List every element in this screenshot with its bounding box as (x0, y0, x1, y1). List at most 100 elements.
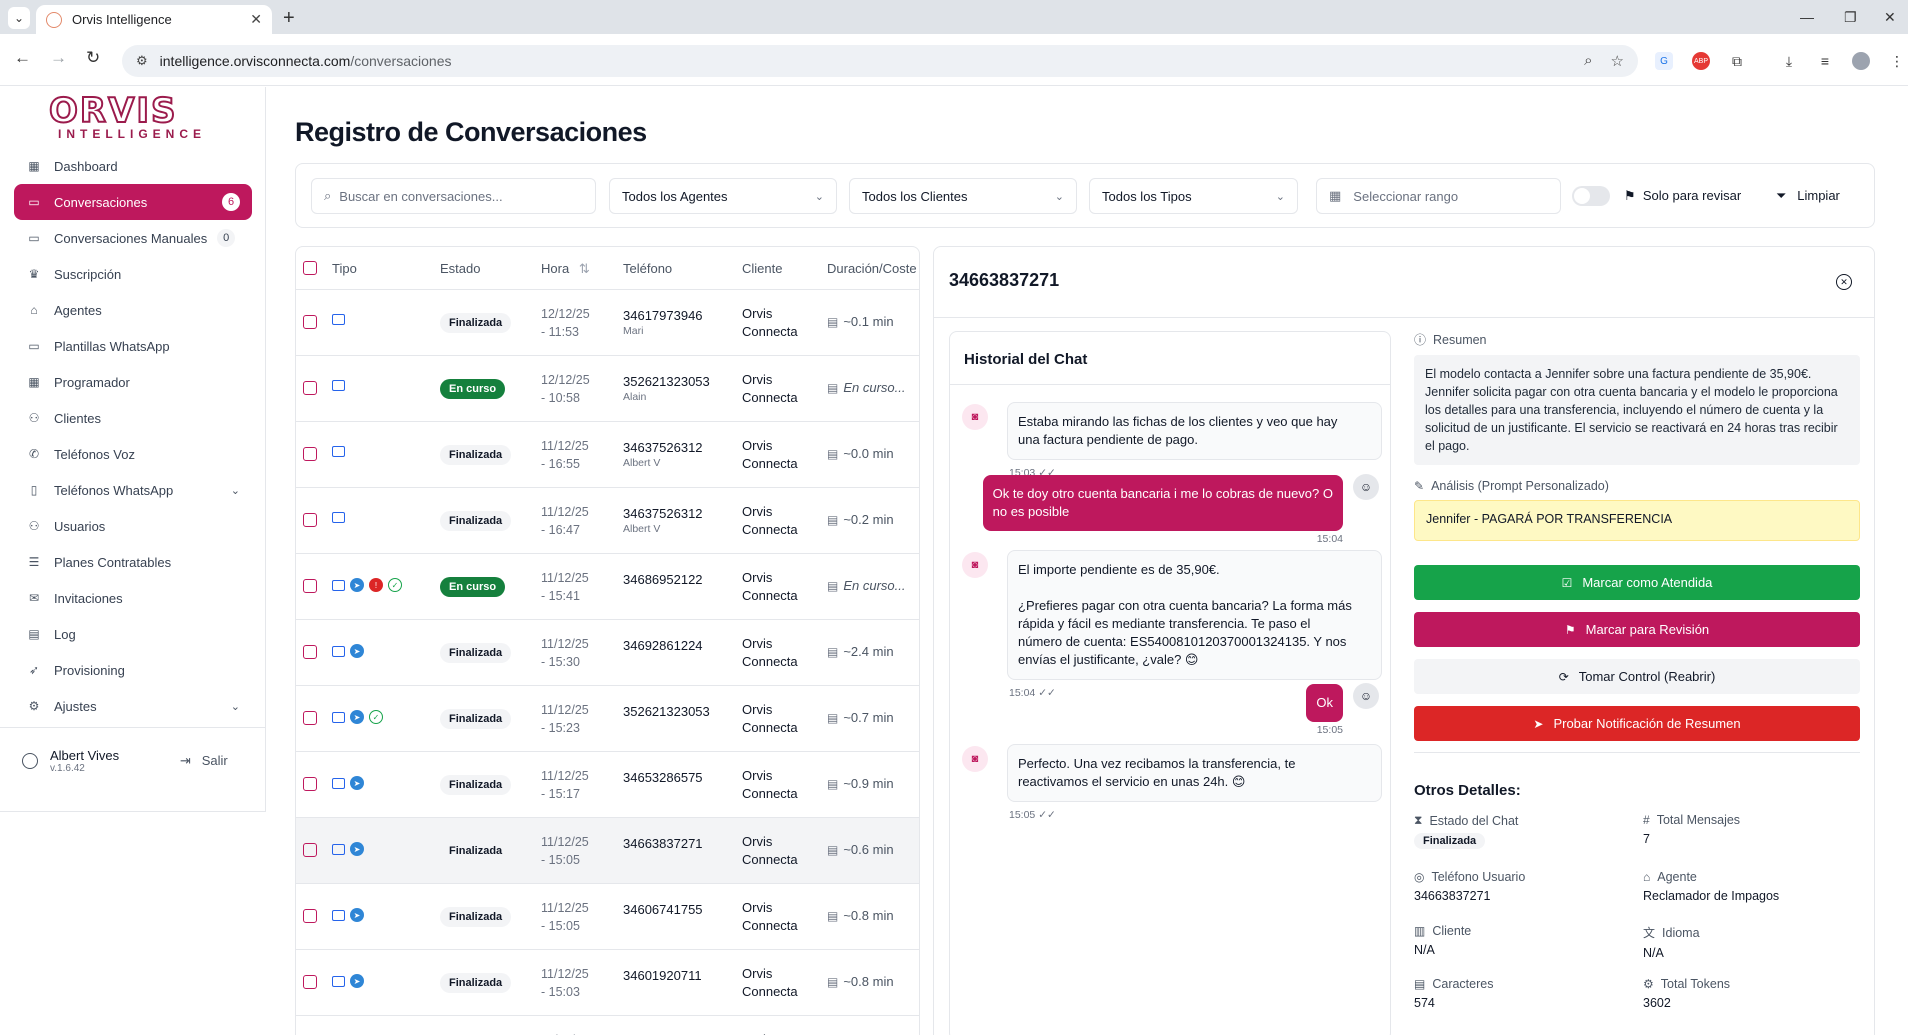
status-badge: Finalizada (440, 907, 512, 927)
sidebar-item-ajustes[interactable]: ⚙ Ajustes ⌄ (14, 688, 252, 724)
sidebar-item-teléfonos-whatsapp[interactable]: ▯ Teléfonos WhatsApp ⌄ (14, 472, 252, 508)
table-row[interactable]: ➤ Finalizada 11/12/25 - 15:30 34692861224 Orv… (296, 620, 919, 686)
sidebar-item-usuarios[interactable]: ⚇ Usuarios (14, 508, 252, 544)
media-control-icon[interactable]: ≡ (1816, 52, 1834, 70)
table-row[interactable]: ➤! ✓ En curso 11/12/25 - 15:41 34686952122 Orv… (296, 554, 919, 620)
row-client-line1: Orvis (742, 636, 773, 651)
back-icon[interactable]: ← (14, 48, 31, 68)
clear-filters-button[interactable]: ⏷ Limpiar (1776, 188, 1840, 204)
table-row[interactable]: En curso 12/12/25 - 10:58 352621323053 Alain… (296, 356, 919, 422)
table-row[interactable]: Finalizada 11/12/25 - 16:55 34637526312 Albe… (296, 422, 919, 488)
zoom-icon[interactable]: ⌕ (1584, 52, 1592, 70)
sidebar-item-provisioning[interactable]: ➶ Provisioning (14, 652, 252, 688)
chat-type-icon (332, 909, 345, 921)
logout-button[interactable]: ⇥ Salir (180, 753, 228, 769)
chevron-down-icon[interactable]: ⌄ (231, 484, 240, 497)
reload-icon[interactable]: ↻ (86, 48, 100, 68)
row-checkbox[interactable] (303, 447, 317, 461)
row-checkbox[interactable] (303, 381, 317, 395)
download-icon[interactable]: ⤓ (1780, 52, 1798, 70)
table-row[interactable]: ➤ Finalizada 11/12/25 - 15:17 34653286575 Orv… (296, 752, 919, 818)
row-duration: ▤ En curso... (827, 578, 905, 593)
new-tab-icon[interactable]: + (283, 7, 295, 30)
chars-value: 574 (1414, 996, 1435, 1010)
extensions-puzzle-icon[interactable]: ⧉ (1728, 52, 1746, 70)
agents-select[interactable]: Todos los Agentes ⌄ (609, 178, 837, 214)
take-control-button[interactable]: ⟳ Tomar Control (Reabrir) (1414, 659, 1860, 694)
chat-type-icon (332, 711, 345, 723)
bot-icon: ⌂ (1643, 870, 1651, 884)
browser-tab[interactable]: Orvis Intelligence ✕ (36, 5, 272, 34)
sidebar-item-label: Ajustes (54, 698, 97, 714)
extension-adblock-icon[interactable]: ABP (1692, 52, 1710, 70)
row-checkbox[interactable] (303, 315, 317, 329)
sidebar: ORVIS INTELLIGENCE ▦ Dashboard ▭ Conversaci… (0, 87, 266, 812)
sidebar-item-dashboard[interactable]: ▦ Dashboard (14, 148, 252, 184)
sidebar-item-planes-contratables[interactable]: ☰ Planes Contratables (14, 544, 252, 580)
minimize-icon[interactable]: — (1800, 9, 1814, 25)
row-datetime: 12/12/25 - 11:53 (541, 305, 590, 341)
chat-type-icon (332, 975, 345, 987)
row-checkbox[interactable] (303, 975, 317, 989)
row-checkbox[interactable] (303, 843, 317, 857)
close-window-icon[interactable]: ✕ (1884, 9, 1896, 26)
row-checkbox[interactable] (303, 711, 317, 725)
row-duration-value: ~0.0 min (843, 446, 894, 461)
row-contact-name: Alain (623, 391, 647, 403)
chat-type-icon (332, 380, 345, 391)
tab-close-icon[interactable]: ✕ (250, 11, 262, 28)
table-row[interactable]: Finalizada 11/12/25 - 16:47 34637526312 Albe… (296, 488, 919, 554)
row-time: - 15:17 (541, 787, 580, 801)
bookmark-star-icon[interactable]: ☆ (1611, 52, 1624, 70)
row-checkbox[interactable] (303, 909, 317, 923)
row-checkbox[interactable] (303, 579, 317, 593)
table-row[interactable]: ➤ Finalizada 11/12/25 - 15:03 34601920711 Orv… (296, 950, 919, 1016)
sidebar-item-plantillas-whatsapp[interactable]: ▭ Plantillas WhatsApp (14, 328, 252, 364)
row-client-line2: Connecta (742, 720, 798, 735)
site-settings-icon[interactable]: ⚙ (136, 53, 148, 69)
table-row[interactable]: ➤ Finalizada 11/12/25 - 15:05 34606741755 Orv… (296, 884, 919, 950)
sidebar-item-clientes[interactable]: ⚇ Clientes (14, 400, 252, 436)
types-select[interactable]: Todos los Tipos ⌄ (1089, 178, 1298, 214)
col-hora-label: Hora (541, 261, 570, 276)
orvis-logo[interactable]: ORVIS INTELLIGENCE (48, 93, 215, 141)
col-hora[interactable]: Hora ⇅ (541, 261, 590, 277)
extension-google-icon[interactable]: G (1655, 52, 1673, 70)
table-row[interactable]: ➤ Finalizada 11/12/25 - 15:05 34663837271 Orv… (296, 818, 919, 884)
review-only-label[interactable]: ⚑ Solo para revisar (1624, 188, 1741, 204)
close-detail-icon[interactable]: ✕ (1836, 274, 1852, 290)
restore-icon[interactable]: ❐ (1844, 9, 1857, 26)
table-row[interactable]: 11/12/25 Orvis (296, 1016, 919, 1035)
forward-icon[interactable]: → (50, 48, 67, 68)
test-notification-button[interactable]: ➤ Probar Notificación de Resumen (1414, 706, 1860, 741)
chat-type-icon (332, 843, 345, 855)
profile-avatar[interactable] (1852, 52, 1870, 70)
mark-attended-button[interactable]: ☑ Marcar como Atendida (1414, 565, 1860, 600)
sidebar-item-conversaciones[interactable]: ▭ Conversaciones 6 (14, 184, 252, 220)
sidebar-item-invitaciones[interactable]: ✉ Invitaciones (14, 580, 252, 616)
tab-title: Orvis Intelligence (72, 12, 172, 27)
select-all-checkbox[interactable] (303, 261, 317, 275)
row-checkbox[interactable] (303, 777, 317, 791)
sidebar-item-programador[interactable]: ▦ Programador (14, 364, 252, 400)
review-only-toggle[interactable] (1572, 186, 1610, 206)
date-range-picker[interactable]: ▦ Seleccionar rango (1316, 178, 1561, 214)
search-input[interactable]: ⌕ Buscar en conversaciones... (311, 178, 596, 214)
table-row[interactable]: Finalizada 12/12/25 - 11:53 34617973946 Mari… (296, 290, 919, 356)
mark-review-button[interactable]: ⚑ Marcar para Revisión (1414, 612, 1860, 647)
table-row[interactable]: ➤ ✓ Finalizada 11/12/25- 15:23 352621323053 O… (296, 686, 919, 752)
sidebar-item-teléfonos-voz[interactable]: ✆ Teléfonos Voz (14, 436, 252, 472)
sidebar-item-conversaciones-manuales[interactable]: ▭ Conversaciones Manuales 0 (14, 220, 252, 256)
browser-menu-icon[interactable]: ⋮ (1888, 52, 1906, 70)
sidebar-item-label: Teléfonos WhatsApp (54, 482, 174, 498)
row-checkbox[interactable] (303, 645, 317, 659)
document-icon: ▤ (827, 711, 839, 725)
clients-select[interactable]: Todos los Clientes ⌄ (849, 178, 1077, 214)
sidebar-item-log[interactable]: ▤ Log (14, 616, 252, 652)
row-checkbox[interactable] (303, 513, 317, 527)
chevron-down-icon[interactable]: ⌄ (231, 700, 240, 713)
sidebar-item-suscripción[interactable]: ♛ Suscripción (14, 256, 252, 292)
sidebar-item-agentes[interactable]: ⌂ Agentes (14, 292, 252, 328)
address-bar[interactable]: ⚙ intelligence.orvisconnecta.com/convers… (122, 45, 1638, 77)
tab-search-icon[interactable]: ⌄ (8, 7, 30, 29)
